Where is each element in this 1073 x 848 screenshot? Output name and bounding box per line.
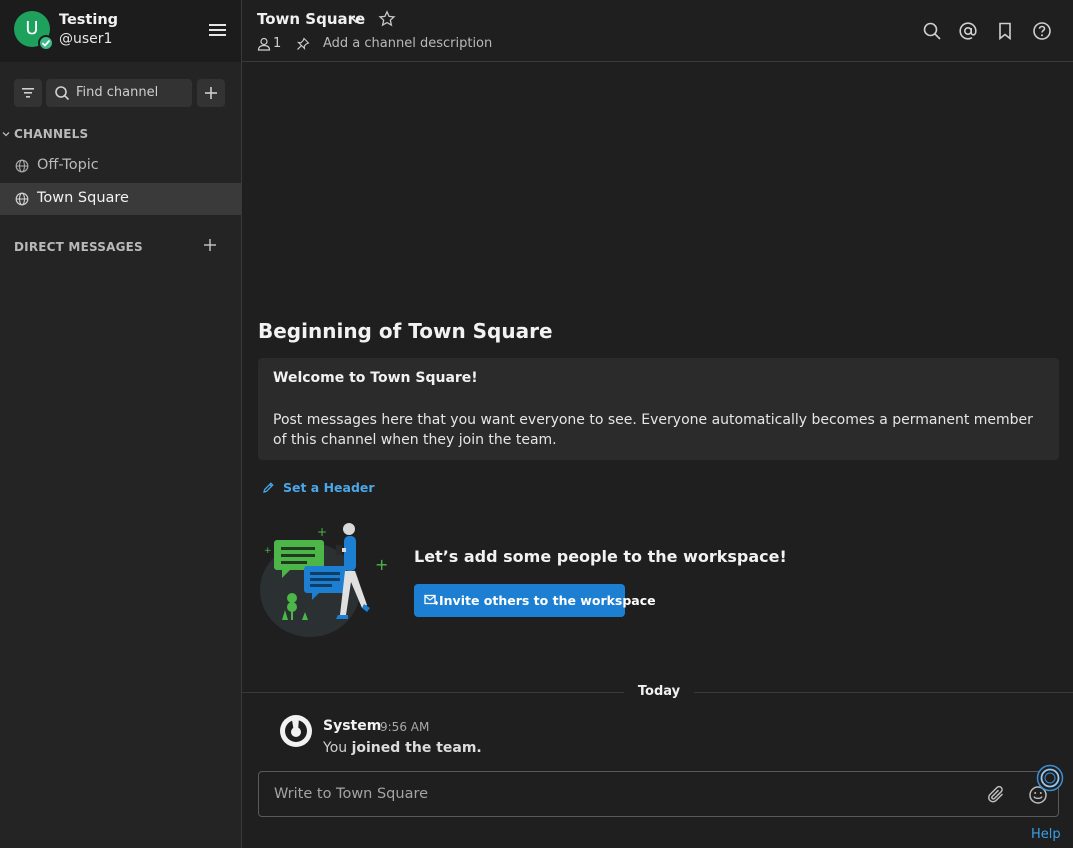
svg-text:+: + [264, 546, 272, 556]
post-time[interactable]: 9:56 AM [380, 720, 429, 734]
channel-view: Town Square 1 Add a channel description … [242, 0, 1073, 848]
invite-others-button[interactable]: Invite others to the workspace [414, 584, 656, 617]
channel-header: Town Square 1 Add a channel description [242, 0, 1073, 62]
channel-intro-title: Beginning of Town Square [258, 319, 553, 343]
assistant-icon[interactable] [1036, 764, 1064, 792]
chevron-down-icon [2, 132, 10, 137]
team-name[interactable]: Testing [59, 12, 118, 28]
svg-text:+: + [375, 555, 388, 574]
message-composer[interactable]: Write to Town Square [258, 771, 1059, 817]
bookmark-icon[interactable] [995, 21, 1015, 41]
favorite-star-icon[interactable] [378, 10, 396, 28]
member-icon[interactable] [257, 37, 271, 51]
sidebar-item-off-topic[interactable]: Off-Topic [0, 150, 241, 182]
post-message-bold: joined the team. [351, 740, 482, 756]
attachment-icon[interactable] [987, 785, 1007, 805]
post-message: You joined the team. [323, 740, 482, 756]
invite-button-label: Invite others to the workspace [439, 593, 656, 608]
invite-title: Let’s add some people to the workspace! [414, 547, 787, 566]
find-channel-label: Find channel [76, 85, 159, 100]
search-icon[interactable] [922, 21, 942, 41]
direct-messages-section-header[interactable]: DIRECT MESSAGES [14, 240, 143, 254]
hamburger-menu-icon[interactable] [207, 21, 229, 39]
username: @user1 [59, 31, 113, 47]
welcome-title: Welcome to Town Square! [273, 370, 478, 386]
sidebar-item-label: Off-Topic [37, 157, 99, 173]
invite-people-illustration: + + + [258, 520, 393, 638]
help-link[interactable]: Help [1031, 827, 1061, 842]
add-channel-description-link[interactable]: Add a channel description [323, 36, 492, 51]
post-message-prefix: You [323, 740, 352, 756]
pin-icon[interactable] [296, 37, 310, 51]
globe-icon [15, 192, 29, 206]
mention-icon[interactable] [958, 21, 978, 41]
message-input[interactable]: Write to Town Square [274, 786, 428, 802]
online-status-icon [38, 35, 54, 51]
search-icon [55, 86, 70, 101]
set-header-label: Set a Header [283, 480, 375, 495]
team-header: U Testing @user1 [0, 0, 241, 62]
system-avatar-icon [279, 714, 313, 748]
add-direct-message-icon[interactable] [203, 238, 217, 252]
sidebar: U Testing @user1 Find channel CHANNELS O… [0, 0, 242, 848]
help-icon[interactable] [1032, 21, 1052, 41]
sidebar-item-label: Town Square [37, 190, 129, 206]
channel-title[interactable]: Town Square [257, 10, 365, 28]
welcome-body: Post messages here that you want everyon… [273, 412, 1033, 448]
globe-icon [15, 159, 29, 173]
find-channel-button[interactable]: Find channel [46, 79, 192, 107]
channels-header-label: CHANNELS [14, 127, 89, 141]
pencil-icon [263, 482, 274, 493]
sidebar-item-town-square[interactable]: Town Square [0, 183, 241, 215]
date-separator: Today [624, 684, 694, 699]
channel-filter-button[interactable] [14, 79, 42, 107]
member-count[interactable]: 1 [273, 36, 281, 51]
filter-icon [22, 88, 34, 98]
channel-welcome-box: Welcome to Town Square! Post messages he… [258, 358, 1059, 460]
post-author[interactable]: System [323, 718, 381, 734]
invite-icon [424, 594, 438, 605]
chevron-down-icon[interactable] [350, 15, 362, 25]
add-channel-button[interactable] [197, 79, 225, 107]
plus-icon [205, 87, 217, 99]
svg-text:+: + [317, 525, 327, 539]
